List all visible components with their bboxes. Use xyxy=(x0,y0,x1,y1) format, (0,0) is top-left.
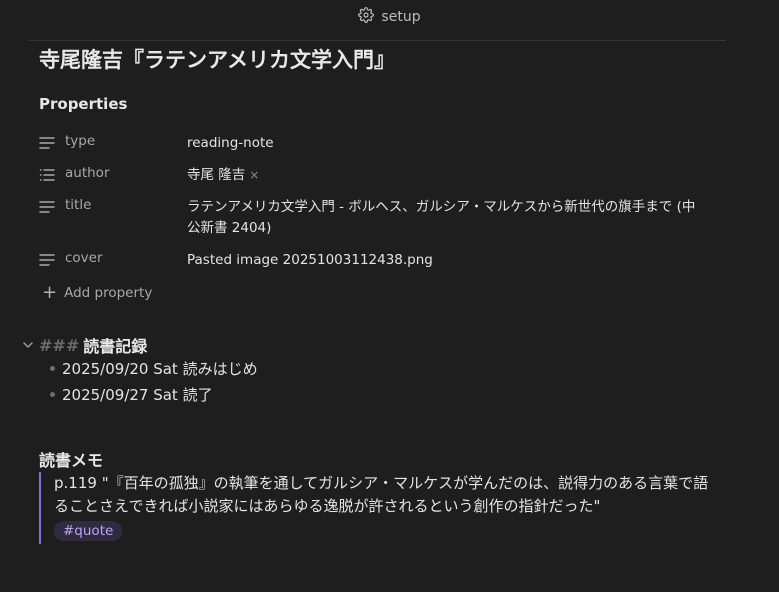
heading-markup: ### xyxy=(39,335,80,355)
list-item-text[interactable]: 2025/09/20 Sat 読みはじめ xyxy=(62,358,258,379)
note-page: setup 寺尾隆吉『ラテンアメリカ文学入門』 Properties type … xyxy=(0,0,779,592)
list-item[interactable]: 2025/09/20 Sat 読みはじめ xyxy=(50,358,258,379)
text-lines-icon[interactable] xyxy=(39,253,55,267)
bullet-icon xyxy=(50,392,55,397)
property-key[interactable]: cover xyxy=(65,250,103,266)
tag-quote[interactable]: #quote xyxy=(54,521,123,541)
property-key[interactable]: type xyxy=(65,133,95,149)
memo-heading[interactable]: 読書メモ xyxy=(39,447,103,471)
property-value: 寺尾 隆吉 × xyxy=(187,165,702,186)
view-header: setup xyxy=(0,0,779,34)
chevron-down-icon[interactable] xyxy=(22,339,34,351)
list-item-text[interactable]: 2025/09/27 Sat 読了 xyxy=(62,384,213,405)
list-item[interactable]: 2025/09/27 Sat 読了 xyxy=(50,384,213,405)
property-key[interactable]: title xyxy=(65,197,91,213)
list-icon[interactable] xyxy=(39,168,55,182)
author-chip[interactable]: 寺尾 隆吉 xyxy=(187,167,245,183)
property-key[interactable]: author xyxy=(65,165,110,181)
text-lines-icon[interactable] xyxy=(39,136,55,150)
reading-log-heading[interactable]: ### 読書記録 xyxy=(22,333,147,357)
remove-chip-icon[interactable]: × xyxy=(249,168,259,182)
add-property-label: Add property xyxy=(64,285,153,301)
property-value[interactable]: ラテンアメリカ文学入門 - ボルヘス、ガルシア・マルケスから新世代の旗手まで (… xyxy=(187,197,702,239)
view-title[interactable]: setup xyxy=(381,9,420,25)
quote-text[interactable]: p.119 "『百年の孤独』の執筆を通してガルシア・マルケスが学んだのは、説得力… xyxy=(54,472,719,518)
properties-heading[interactable]: Properties xyxy=(39,95,127,113)
property-value[interactable]: reading-note xyxy=(187,133,702,154)
page-title[interactable]: 寺尾隆吉『ラテンアメリカ文学入門』 xyxy=(39,44,395,74)
plus-icon: + xyxy=(42,282,58,303)
text-lines-icon[interactable] xyxy=(39,200,55,214)
add-property-button[interactable]: + Add property xyxy=(42,282,153,303)
gear-icon xyxy=(358,7,375,27)
property-value[interactable]: Pasted image 20251003112438.png xyxy=(187,250,702,271)
header-divider xyxy=(28,40,726,41)
bullet-icon xyxy=(50,366,55,371)
blockquote[interactable]: p.119 "『百年の孤独』の執筆を通してガルシア・マルケスが学んだのは、説得力… xyxy=(39,472,721,544)
heading-text[interactable]: 読書記録 xyxy=(83,333,147,357)
